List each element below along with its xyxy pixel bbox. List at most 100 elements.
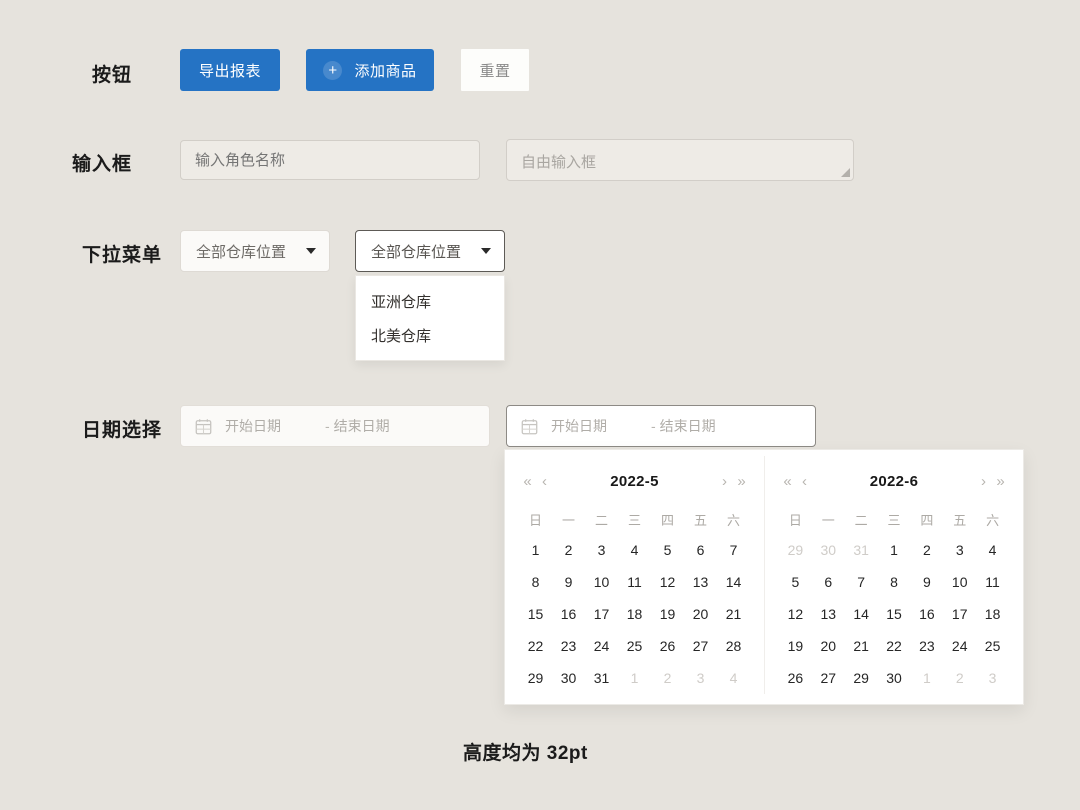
calendar-weekday: 五 bbox=[693, 512, 707, 528]
calendar-day[interactable]: 16 bbox=[910, 598, 943, 630]
calendar-day[interactable]: 1 bbox=[519, 534, 552, 566]
calendar-day[interactable]: 5 bbox=[779, 566, 812, 598]
calendar-day[interactable]: 2 bbox=[552, 534, 585, 566]
calendar-day[interactable]: 19 bbox=[779, 630, 812, 662]
calendar-day[interactable]: 31 bbox=[845, 534, 878, 566]
calendar-day[interactable]: 18 bbox=[618, 598, 651, 630]
calendar-day[interactable]: 21 bbox=[845, 630, 878, 662]
calendar-day[interactable]: 25 bbox=[618, 630, 651, 662]
calendar-day[interactable]: 6 bbox=[812, 566, 845, 598]
calendar-day[interactable]: 27 bbox=[812, 662, 845, 694]
calendar-day[interactable]: 25 bbox=[976, 630, 1009, 662]
resize-handle-icon[interactable] bbox=[840, 167, 850, 177]
calendar-day[interactable]: 11 bbox=[618, 566, 651, 598]
calendar-day[interactable]: 7 bbox=[845, 566, 878, 598]
date-range-input-default[interactable]: 开始日期 - 结束日期 bbox=[180, 405, 490, 447]
calendar-prev-month-button[interactable]: ‹ bbox=[536, 474, 553, 489]
calendar-day[interactable]: 27 bbox=[684, 630, 717, 662]
calendar-prev-year-button[interactable]: « bbox=[779, 474, 796, 489]
calendar-day[interactable]: 18 bbox=[976, 598, 1009, 630]
chevron-down-icon bbox=[306, 248, 316, 254]
select-option-north-america[interactable]: 北美仓库 bbox=[356, 318, 504, 352]
select-option-asia[interactable]: 亚洲仓库 bbox=[356, 284, 504, 318]
calendar-day[interactable]: 23 bbox=[910, 630, 943, 662]
calendar-day[interactable]: 17 bbox=[943, 598, 976, 630]
calendar-day[interactable]: 1 bbox=[618, 662, 651, 694]
calendar-day[interactable]: 29 bbox=[779, 534, 812, 566]
calendar-day[interactable]: 26 bbox=[779, 662, 812, 694]
calendar-day[interactable]: 17 bbox=[585, 598, 618, 630]
calendar-day[interactable]: 24 bbox=[943, 630, 976, 662]
calendar-day[interactable]: 12 bbox=[651, 566, 684, 598]
calendar-day[interactable]: 10 bbox=[585, 566, 618, 598]
calendar-next-year-button[interactable]: » bbox=[992, 474, 1009, 489]
calendar-weekday: 三 bbox=[887, 512, 901, 528]
calendar-day[interactable]: 6 bbox=[684, 534, 717, 566]
calendar-next-year-button[interactable]: » bbox=[733, 474, 750, 489]
calendar-day[interactable]: 1 bbox=[910, 662, 943, 694]
date-range-input-active[interactable]: 开始日期 - 结束日期 bbox=[506, 405, 816, 447]
calendar-day[interactable]: 30 bbox=[552, 662, 585, 694]
calendar-prev-year-button[interactable]: « bbox=[519, 474, 536, 489]
calendar-weekday: 一 bbox=[561, 512, 575, 528]
calendar-day[interactable]: 10 bbox=[943, 566, 976, 598]
calendar-day[interactable]: 29 bbox=[845, 662, 878, 694]
calendar-day[interactable]: 1 bbox=[878, 534, 911, 566]
free-text-area-wrapper[interactable]: 自由输入框 bbox=[506, 139, 854, 181]
calendar-day[interactable]: 16 bbox=[552, 598, 585, 630]
calendar-next-month-button[interactable]: › bbox=[716, 474, 733, 489]
calendar-day[interactable]: 8 bbox=[878, 566, 911, 598]
warehouse-select-menu: 亚洲仓库 北美仓库 bbox=[355, 275, 505, 361]
calendar-day[interactable]: 15 bbox=[878, 598, 911, 630]
calendar-day[interactable]: 9 bbox=[910, 566, 943, 598]
date-range-separator-active: - bbox=[651, 418, 656, 434]
calendar-day[interactable]: 24 bbox=[585, 630, 618, 662]
calendar-day[interactable]: 5 bbox=[651, 534, 684, 566]
calendar-day[interactable]: 2 bbox=[943, 662, 976, 694]
warehouse-select-default[interactable]: 全部仓库位置 bbox=[180, 230, 330, 272]
calendar-day[interactable]: 23 bbox=[552, 630, 585, 662]
calendar-day[interactable]: 2 bbox=[651, 662, 684, 694]
calendar-title: 2022-5 bbox=[610, 472, 659, 490]
calendar-day[interactable]: 20 bbox=[812, 630, 845, 662]
calendar-panel-2: «‹ 2022-6 ›» 日一二三四五六 29 30 31 1 2 3 4 5 6 7 8 9 10 11 12 13… bbox=[764, 456, 1023, 694]
calendar-day[interactable]: 4 bbox=[717, 662, 750, 694]
calendar-day[interactable]: 13 bbox=[684, 566, 717, 598]
calendar-day[interactable]: 4 bbox=[976, 534, 1009, 566]
calendar-prev-month-button[interactable]: ‹ bbox=[796, 474, 813, 489]
calendar-day[interactable]: 20 bbox=[684, 598, 717, 630]
calendar-day[interactable]: 3 bbox=[585, 534, 618, 566]
export-report-button[interactable]: 导出报表 bbox=[180, 49, 280, 91]
add-product-button[interactable]: + 添加商品 bbox=[306, 49, 434, 91]
calendar-day[interactable]: 13 bbox=[812, 598, 845, 630]
calendar-day[interactable]: 2 bbox=[910, 534, 943, 566]
calendar-day[interactable]: 29 bbox=[519, 662, 552, 694]
calendar-panel-1: «‹ 2022-5 ›» 日一二三四五六 1 2 3 4 5 6 7 8 9 10 11 12 13 14 15 16… bbox=[505, 456, 764, 694]
calendar-day[interactable]: 22 bbox=[519, 630, 552, 662]
calendar-day[interactable]: 3 bbox=[976, 662, 1009, 694]
calendar-day[interactable]: 19 bbox=[651, 598, 684, 630]
calendar-day[interactable]: 14 bbox=[717, 566, 750, 598]
reset-button[interactable]: 重置 bbox=[461, 49, 529, 91]
calendar-day[interactable]: 15 bbox=[519, 598, 552, 630]
calendar-day[interactable]: 28 bbox=[717, 630, 750, 662]
calendar-weekday: 二 bbox=[594, 512, 608, 528]
calendar-day[interactable]: 11 bbox=[976, 566, 1009, 598]
role-name-input[interactable] bbox=[180, 140, 480, 180]
calendar-day[interactable]: 12 bbox=[779, 598, 812, 630]
calendar-day[interactable]: 30 bbox=[878, 662, 911, 694]
warehouse-select-open[interactable]: 全部仓库位置 bbox=[355, 230, 505, 272]
calendar-day[interactable]: 7 bbox=[717, 534, 750, 566]
calendar-day[interactable]: 21 bbox=[717, 598, 750, 630]
calendar-day[interactable]: 3 bbox=[684, 662, 717, 694]
calendar-day[interactable]: 26 bbox=[651, 630, 684, 662]
calendar-day[interactable]: 30 bbox=[812, 534, 845, 566]
calendar-day[interactable]: 9 bbox=[552, 566, 585, 598]
calendar-day[interactable]: 8 bbox=[519, 566, 552, 598]
calendar-day[interactable]: 4 bbox=[618, 534, 651, 566]
calendar-day[interactable]: 22 bbox=[878, 630, 911, 662]
calendar-next-month-button[interactable]: › bbox=[975, 474, 992, 489]
calendar-day[interactable]: 31 bbox=[585, 662, 618, 694]
calendar-day[interactable]: 3 bbox=[943, 534, 976, 566]
calendar-day[interactable]: 14 bbox=[845, 598, 878, 630]
